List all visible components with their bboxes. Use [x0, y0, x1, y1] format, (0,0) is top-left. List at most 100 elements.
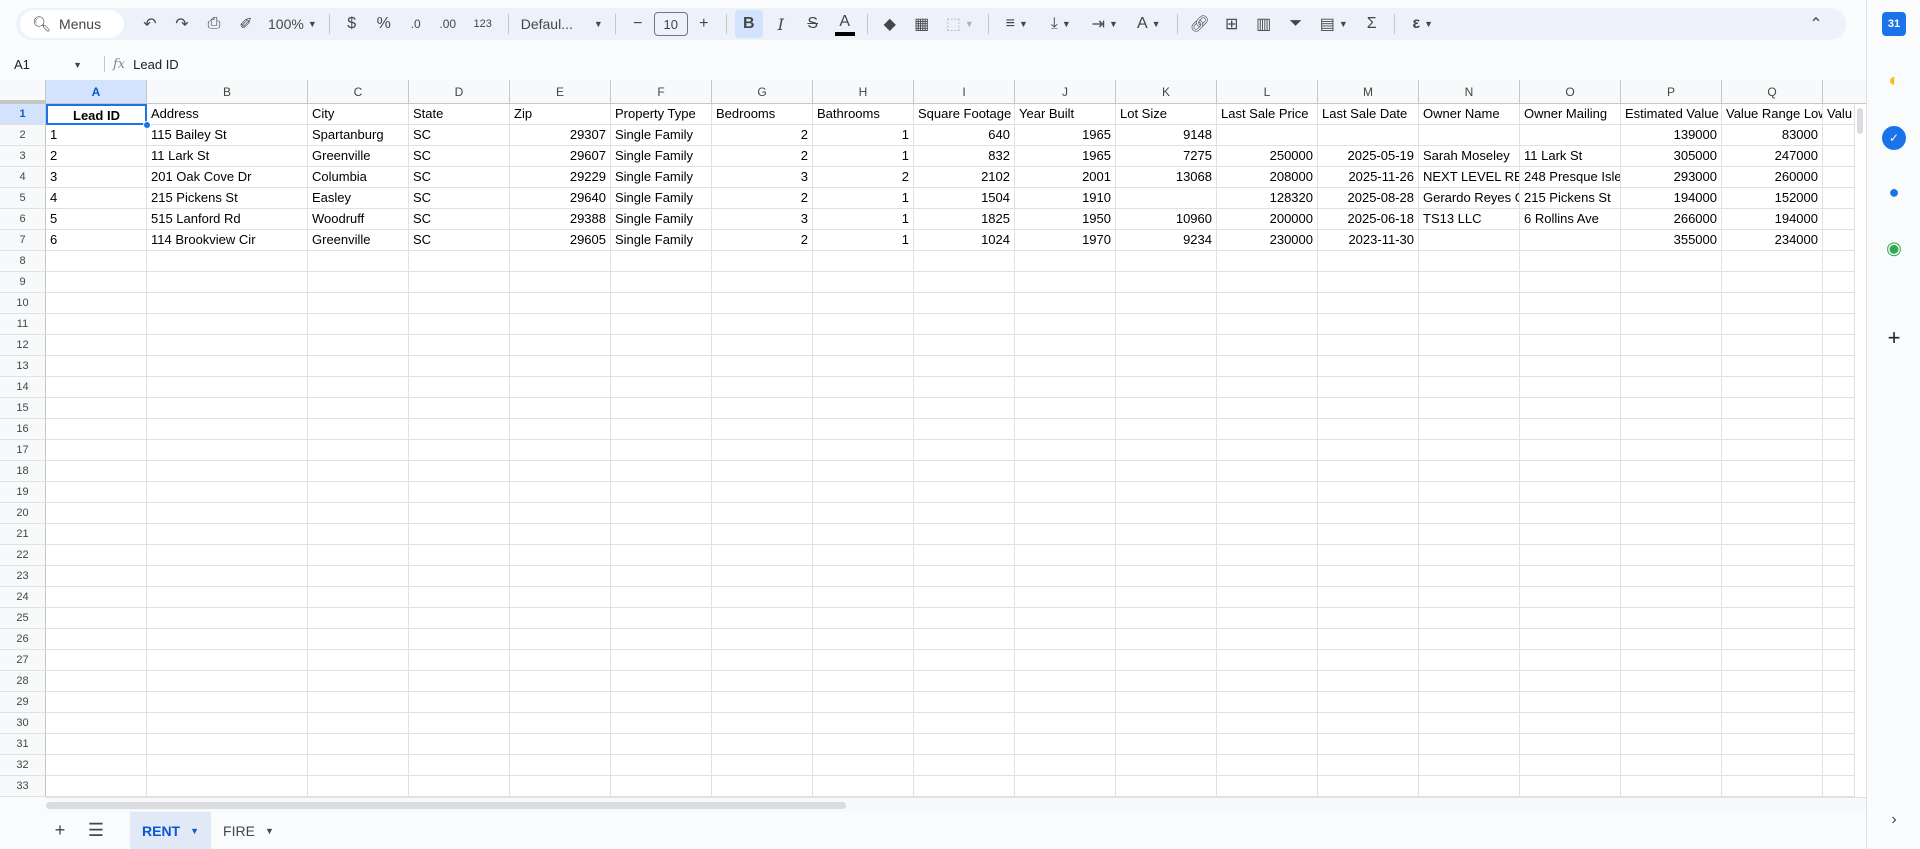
empty-cell[interactable]: [1722, 440, 1823, 461]
empty-cell[interactable]: [1116, 293, 1217, 314]
empty-cell[interactable]: [914, 419, 1015, 440]
empty-cell[interactable]: [1217, 587, 1318, 608]
empty-cell[interactable]: [147, 587, 308, 608]
empty-cell[interactable]: [712, 461, 813, 482]
empty-cell[interactable]: [813, 545, 914, 566]
strikethrough-button[interactable]: S: [799, 10, 827, 38]
row-header[interactable]: 1: [0, 104, 46, 125]
empty-cell[interactable]: [510, 713, 611, 734]
empty-cell[interactable]: [510, 482, 611, 503]
empty-cell[interactable]: [46, 398, 147, 419]
empty-cell[interactable]: [308, 440, 409, 461]
empty-cell[interactable]: [409, 755, 510, 776]
empty-cell[interactable]: [1722, 293, 1823, 314]
bold-button[interactable]: B: [734, 10, 763, 38]
empty-cell[interactable]: [1722, 314, 1823, 335]
empty-cell[interactable]: [1722, 251, 1823, 272]
empty-cell[interactable]: [308, 713, 409, 734]
empty-cell[interactable]: [46, 251, 147, 272]
empty-cell[interactable]: [1621, 314, 1722, 335]
empty-cell[interactable]: [813, 734, 914, 755]
font-size-field[interactable]: 10: [653, 10, 688, 38]
currency-format-button[interactable]: $: [338, 10, 366, 38]
data-cell[interactable]: 2: [712, 188, 813, 209]
empty-cell[interactable]: [1722, 545, 1823, 566]
empty-cell[interactable]: [409, 419, 510, 440]
empty-cell[interactable]: [914, 314, 1015, 335]
empty-cell[interactable]: [1015, 755, 1116, 776]
empty-cell[interactable]: [1318, 314, 1419, 335]
header-cell[interactable]: Bedrooms: [712, 104, 813, 125]
empty-cell[interactable]: [1116, 335, 1217, 356]
empty-cell[interactable]: [409, 272, 510, 293]
empty-cell[interactable]: [813, 272, 914, 293]
empty-cell[interactable]: [914, 251, 1015, 272]
empty-cell[interactable]: [510, 671, 611, 692]
empty-cell[interactable]: [1116, 587, 1217, 608]
empty-cell[interactable]: [914, 755, 1015, 776]
empty-cell[interactable]: [1217, 566, 1318, 587]
empty-cell[interactable]: [1419, 524, 1520, 545]
empty-cell[interactable]: [409, 776, 510, 797]
header-cell[interactable]: Estimated Value: [1621, 104, 1722, 125]
empty-cell[interactable]: [308, 335, 409, 356]
empty-cell[interactable]: [1621, 755, 1722, 776]
empty-cell[interactable]: [46, 629, 147, 650]
print-icon[interactable]: ⎙: [200, 10, 228, 38]
paint-format-icon[interactable]: ✐: [232, 10, 260, 38]
data-cell[interactable]: 230000: [1217, 230, 1318, 251]
empty-cell[interactable]: [1722, 587, 1823, 608]
empty-cell[interactable]: [308, 734, 409, 755]
data-cell[interactable]: 234000: [1722, 230, 1823, 251]
empty-cell[interactable]: [813, 398, 914, 419]
empty-cell[interactable]: [813, 671, 914, 692]
empty-cell[interactable]: [308, 524, 409, 545]
header-cell[interactable]: Year Built: [1015, 104, 1116, 125]
empty-cell[interactable]: [510, 377, 611, 398]
empty-cell[interactable]: [46, 461, 147, 482]
empty-cell[interactable]: [46, 440, 147, 461]
empty-cell[interactable]: [1520, 419, 1621, 440]
empty-cell[interactable]: [611, 566, 712, 587]
empty-cell[interactable]: [1722, 692, 1823, 713]
data-cell[interactable]: 114 Brookview Cir: [147, 230, 308, 251]
empty-cell[interactable]: [409, 314, 510, 335]
empty-cell[interactable]: [611, 587, 712, 608]
empty-cell[interactable]: [611, 503, 712, 524]
empty-cell[interactable]: [1621, 398, 1722, 419]
empty-cell[interactable]: [712, 608, 813, 629]
empty-cell[interactable]: [1318, 671, 1419, 692]
empty-cell[interactable]: [147, 713, 308, 734]
empty-cell[interactable]: [510, 293, 611, 314]
empty-cell[interactable]: [1015, 587, 1116, 608]
empty-cell[interactable]: [1621, 419, 1722, 440]
data-cell[interactable]: 293000: [1621, 167, 1722, 188]
vertical-align-icon[interactable]: ⤓ ▼: [1041, 10, 1081, 38]
empty-cell[interactable]: [46, 671, 147, 692]
empty-cell[interactable]: [1116, 398, 1217, 419]
empty-cell[interactable]: [1722, 713, 1823, 734]
empty-cell[interactable]: [147, 524, 308, 545]
empty-cell[interactable]: [1217, 293, 1318, 314]
data-cell[interactable]: SC: [409, 167, 510, 188]
data-cell[interactable]: Single Family: [611, 230, 712, 251]
empty-cell[interactable]: [1722, 671, 1823, 692]
data-cell[interactable]: 10960: [1116, 209, 1217, 230]
empty-cell[interactable]: [712, 398, 813, 419]
decrease-decimal-button[interactable]: .0: [402, 10, 430, 38]
empty-cell[interactable]: [1318, 692, 1419, 713]
empty-cell[interactable]: [147, 503, 308, 524]
data-cell[interactable]: 247000: [1722, 146, 1823, 167]
empty-cell[interactable]: [813, 251, 914, 272]
empty-cell[interactable]: [1520, 566, 1621, 587]
empty-cell[interactable]: [1116, 461, 1217, 482]
empty-cell[interactable]: [813, 335, 914, 356]
empty-cell[interactable]: [147, 419, 308, 440]
header-cell[interactable]: Value Range Low: [1722, 104, 1823, 125]
empty-cell[interactable]: [308, 629, 409, 650]
empty-cell[interactable]: [1217, 440, 1318, 461]
data-cell[interactable]: 194000: [1722, 209, 1823, 230]
empty-cell[interactable]: [813, 524, 914, 545]
column-header[interactable]: N: [1419, 80, 1520, 104]
empty-cell[interactable]: [510, 335, 611, 356]
